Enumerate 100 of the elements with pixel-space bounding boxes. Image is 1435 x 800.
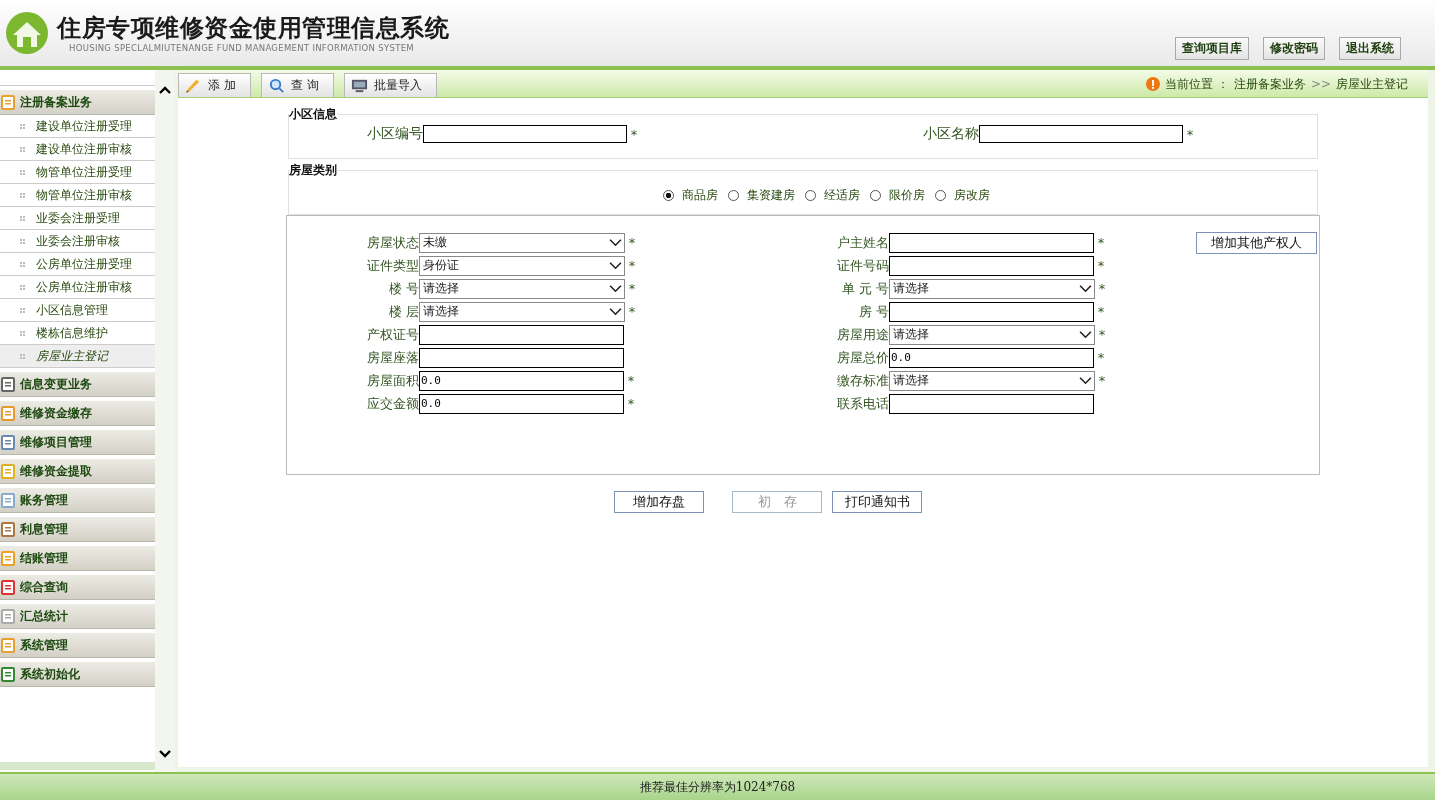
chevron-down-icon [1079, 330, 1092, 339]
dropdown-field[interactable]: 请选择 [419, 278, 625, 299]
chevron-down-icon [609, 238, 622, 247]
text-field[interactable] [419, 324, 624, 345]
clipboard-icon [0, 405, 16, 421]
menu-group-header[interactable]: 系统管理 [0, 632, 155, 658]
field-label: 房屋面积 [366, 371, 419, 390]
required-mark: * [627, 281, 637, 296]
top-nav-button[interactable]: 修改密码 [1263, 37, 1325, 60]
required-mark: * [1096, 304, 1106, 319]
action-button[interactable]: 增加存盘 [614, 491, 704, 513]
field-label: 单 元 号 [840, 279, 889, 298]
required-mark: * [627, 304, 637, 319]
toolbar-button[interactable]: 添 加 [178, 73, 251, 97]
bullet-icon [20, 146, 25, 152]
required-mark: * [626, 373, 636, 388]
menu-group-header[interactable]: 系统初始化 [0, 661, 155, 687]
text-field[interactable]: 0.0 [419, 393, 624, 414]
field-label: 户主姓名 [836, 233, 889, 252]
bullet-icon [20, 215, 25, 221]
required-mark: * [629, 126, 639, 142]
dropdown-field[interactable]: 未缴 [419, 232, 625, 253]
menu-group-header[interactable]: 汇总统计 [0, 603, 155, 629]
add-owner-button[interactable]: 增加其他产权人 [1196, 232, 1317, 254]
house-logo-icon [5, 11, 49, 55]
required-mark: * [1096, 258, 1106, 273]
action-button[interactable]: 打印通知书 [832, 491, 922, 513]
menu-group-header[interactable]: 账务管理 [0, 487, 155, 513]
required-mark: * [1097, 281, 1107, 296]
section-legend: 小区信息 [289, 106, 337, 123]
menu-group-header[interactable]: 结账管理 [0, 545, 155, 571]
field-label: 联系电话 [836, 394, 889, 413]
field-label: 证件号码 [836, 256, 889, 275]
clipboard-icon [0, 463, 16, 479]
field-label: 应交金额 [366, 394, 419, 413]
radio-option[interactable]: 经适房 [804, 187, 860, 204]
radio-button[interactable] [662, 190, 674, 201]
required-mark: * [627, 258, 637, 273]
dropdown-field[interactable]: 身份证 [419, 255, 625, 276]
menu-group-header[interactable]: 综合查询 [0, 574, 155, 600]
menu-group-header[interactable]: 信息变更业务 [0, 371, 155, 397]
monitor-icon [350, 77, 368, 94]
radio-option[interactable]: 商品房 [662, 187, 718, 204]
breadcrumb-separator: >> [1310, 77, 1331, 91]
search-icon [267, 77, 285, 94]
text-field[interactable] [979, 125, 1183, 143]
top-nav-button[interactable]: 退出系统 [1339, 37, 1401, 60]
chevron-down-icon [609, 284, 622, 293]
radio-option[interactable]: 房改房 [934, 187, 990, 204]
menu-group-header[interactable]: 维修项目管理 [0, 429, 155, 455]
field-label: 房屋座落 [366, 348, 419, 367]
text-field[interactable] [889, 393, 1094, 414]
clipboard-icon [0, 434, 16, 450]
radio-option[interactable]: 限价房 [869, 187, 925, 204]
text-field[interactable] [889, 301, 1094, 322]
breadcrumb-item: 房屋业主登记 [1336, 75, 1408, 93]
text-field[interactable]: 0.0 [419, 370, 624, 391]
breadcrumb-label: 当前位置 ： [1165, 75, 1229, 93]
dropdown-field[interactable]: 请选择 [889, 278, 1095, 299]
clipboard-icon [0, 637, 16, 653]
radio-option[interactable]: 集资建房 [727, 187, 795, 204]
radio-button[interactable] [727, 190, 739, 201]
toolbar-button[interactable]: 批量导入 [343, 73, 437, 97]
field-label: 楼 号 [387, 279, 419, 298]
bullet-icon [20, 307, 25, 313]
required-mark: * [1185, 126, 1195, 142]
field-label: 小区名称 [923, 125, 979, 143]
dropdown-field[interactable]: 请选择 [419, 301, 625, 322]
bullet-icon [20, 123, 25, 129]
scroll-up-icon[interactable] [159, 86, 171, 94]
text-field[interactable]: 0.0 [889, 347, 1094, 368]
clipboard-icon [0, 550, 16, 566]
toolbar-button[interactable]: 查 询 [260, 73, 334, 97]
text-field[interactable] [423, 125, 627, 143]
menu-item[interactable]: 房屋业主登记 [0, 345, 155, 368]
clipboard-icon [0, 666, 16, 682]
radio-button[interactable] [804, 190, 816, 201]
menu-group-header[interactable]: 维修资金缴存 [0, 400, 155, 426]
text-field[interactable] [889, 255, 1094, 276]
clipboard-icon [0, 492, 16, 508]
scroll-down-icon[interactable] [159, 750, 171, 758]
dropdown-field[interactable]: 请选择 [889, 370, 1095, 391]
menu-group-header[interactable]: 维修资金提取 [0, 458, 155, 484]
menu-group-header[interactable]: 利息管理 [0, 516, 155, 542]
footer-text: 推荐最佳分辨率为1024*768 [639, 778, 796, 796]
dropdown-field[interactable]: 请选择 [889, 324, 1095, 345]
radio-button[interactable] [934, 190, 946, 201]
field-label: 缴存标准 [836, 371, 889, 390]
chevron-down-icon [1079, 284, 1092, 293]
clipboard-icon [0, 94, 16, 110]
bullet-icon [20, 330, 25, 336]
radio-button[interactable] [869, 190, 881, 201]
top-nav-button[interactable]: 查询项目库 [1175, 37, 1249, 60]
menu-group-header[interactable]: 注册备案业务 [0, 89, 155, 115]
bullet-icon [20, 169, 25, 175]
text-field[interactable] [419, 347, 624, 368]
warning-icon [1146, 77, 1161, 91]
clipboard-icon [0, 521, 16, 537]
breadcrumb-item: 注册备案业务 [1233, 75, 1306, 93]
text-field[interactable] [889, 232, 1094, 253]
